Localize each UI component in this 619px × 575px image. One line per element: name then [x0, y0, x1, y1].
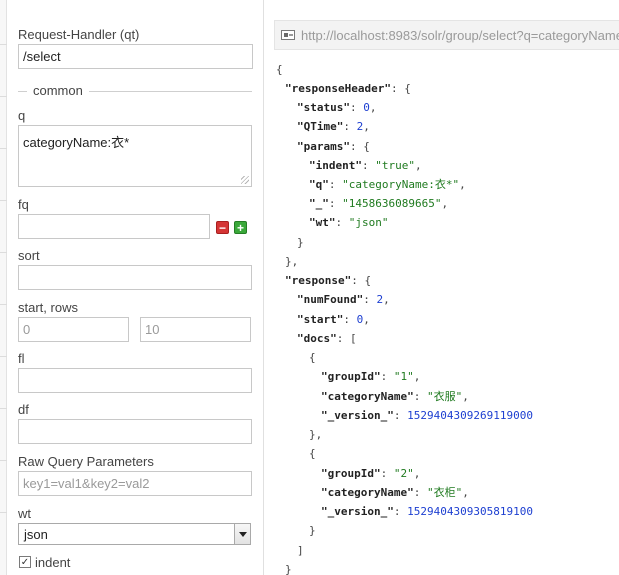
- fq-input[interactable]: [18, 214, 210, 239]
- json-line: "responseHeader": {: [285, 82, 411, 95]
- json-line: "numFound": 2,: [297, 293, 390, 306]
- doc-version-value: 1529404309305819100: [407, 505, 533, 518]
- link-icon: [281, 30, 295, 40]
- df-label: df: [18, 402, 29, 417]
- json-line: }: [297, 236, 304, 249]
- q-textarea[interactable]: categoryName:衣*: [18, 125, 252, 187]
- indent-checkbox[interactable]: ✓: [19, 556, 31, 568]
- json-line: "start": 0,: [297, 313, 370, 326]
- json-line: },: [309, 428, 323, 441]
- edge-tick: [0, 252, 7, 253]
- plus-icon[interactable]: +: [234, 221, 247, 235]
- param-underscore-value: "1458636089665": [342, 197, 442, 210]
- sort-input[interactable]: [18, 265, 252, 290]
- json-line: "groupId": "2",: [321, 467, 421, 480]
- edge-tick: [0, 200, 7, 201]
- fl-label: fl: [18, 351, 25, 366]
- request-handler-input[interactable]: [18, 44, 253, 69]
- edge-tick: [0, 512, 7, 513]
- param-indent-value: "true": [375, 159, 415, 172]
- json-line: "QTime": 2,: [297, 120, 370, 133]
- param-wt-value: "json": [348, 216, 389, 229]
- doc-group-id-value: "2": [393, 467, 414, 480]
- param-q-value: "categoryName:衣*": [342, 178, 460, 191]
- pane-divider: [263, 0, 264, 575]
- raw-query-params-label: Raw Query Parameters: [18, 454, 154, 469]
- indent-label: indent: [35, 555, 71, 570]
- start-input[interactable]: [18, 317, 129, 342]
- json-line: "_version_": 1529404309269119000: [321, 409, 533, 422]
- json-line: },: [285, 255, 299, 268]
- edge-tick: [0, 460, 7, 461]
- query-url-link[interactable]: http://localhost:8983/solr/group/select?…: [301, 28, 619, 43]
- json-line: "wt": "json": [309, 216, 389, 229]
- left-edge-strip: [0, 0, 7, 575]
- edge-tick: [0, 148, 7, 149]
- json-line: "response": {: [285, 274, 372, 287]
- start-rows-label: start, rows: [18, 300, 78, 315]
- json-line: "docs": [: [297, 332, 357, 345]
- rows-input[interactable]: [140, 317, 251, 342]
- json-line: "params": {: [297, 140, 370, 153]
- request-handler-label: Request-Handler (qt): [18, 27, 140, 42]
- json-line: "categoryName": "衣服",: [321, 390, 469, 403]
- json-line: ]: [297, 544, 304, 557]
- textarea-resize-grip-icon[interactable]: [241, 176, 249, 184]
- json-line: }: [285, 563, 292, 575]
- json-line: "status": 0,: [297, 101, 377, 114]
- edge-tick: [0, 304, 7, 305]
- json-line: {: [309, 351, 316, 364]
- df-input[interactable]: [18, 419, 252, 444]
- status-value: 0: [363, 101, 370, 114]
- json-line: "q": "categoryName:衣*",: [309, 178, 466, 191]
- json-line: }: [309, 524, 316, 537]
- json-line: "_": "1458636089665",: [309, 197, 449, 210]
- wt-select[interactable]: json: [18, 523, 251, 545]
- doc-category-name-value: "衣柜": [426, 486, 463, 499]
- q-label: q: [18, 108, 26, 123]
- json-line: "_version_": 1529404309305819100: [321, 505, 533, 518]
- sort-label: sort: [18, 248, 40, 263]
- doc-category-name-value: "衣服": [426, 390, 463, 403]
- wt-selected-value: json: [24, 527, 48, 542]
- fl-input[interactable]: [18, 368, 252, 393]
- common-fieldset-divider: common: [18, 83, 252, 98]
- checkmark-icon: ✓: [20, 557, 30, 568]
- query-url-bar[interactable]: http://localhost:8983/solr/group/select?…: [274, 20, 619, 50]
- doc-version-value: 1529404309269119000: [407, 409, 533, 422]
- edge-tick: [0, 408, 7, 409]
- edge-tick: [0, 44, 7, 45]
- raw-query-params-input[interactable]: [18, 471, 252, 496]
- common-legend: common: [27, 83, 89, 98]
- edge-tick: [0, 356, 7, 357]
- chevron-down-icon[interactable]: [234, 524, 250, 544]
- minus-icon[interactable]: −: [216, 221, 229, 235]
- edge-tick: [0, 96, 7, 97]
- wt-label: wt: [18, 506, 31, 521]
- json-line: {: [309, 447, 316, 460]
- json-line: "groupId": "1",: [321, 370, 421, 383]
- json-line: "categoryName": "衣柜",: [321, 486, 469, 499]
- doc-group-id-value: "1": [393, 370, 414, 383]
- fq-label: fq: [18, 197, 29, 212]
- json-line: "indent": "true",: [309, 159, 422, 172]
- json-line: {: [276, 63, 283, 76]
